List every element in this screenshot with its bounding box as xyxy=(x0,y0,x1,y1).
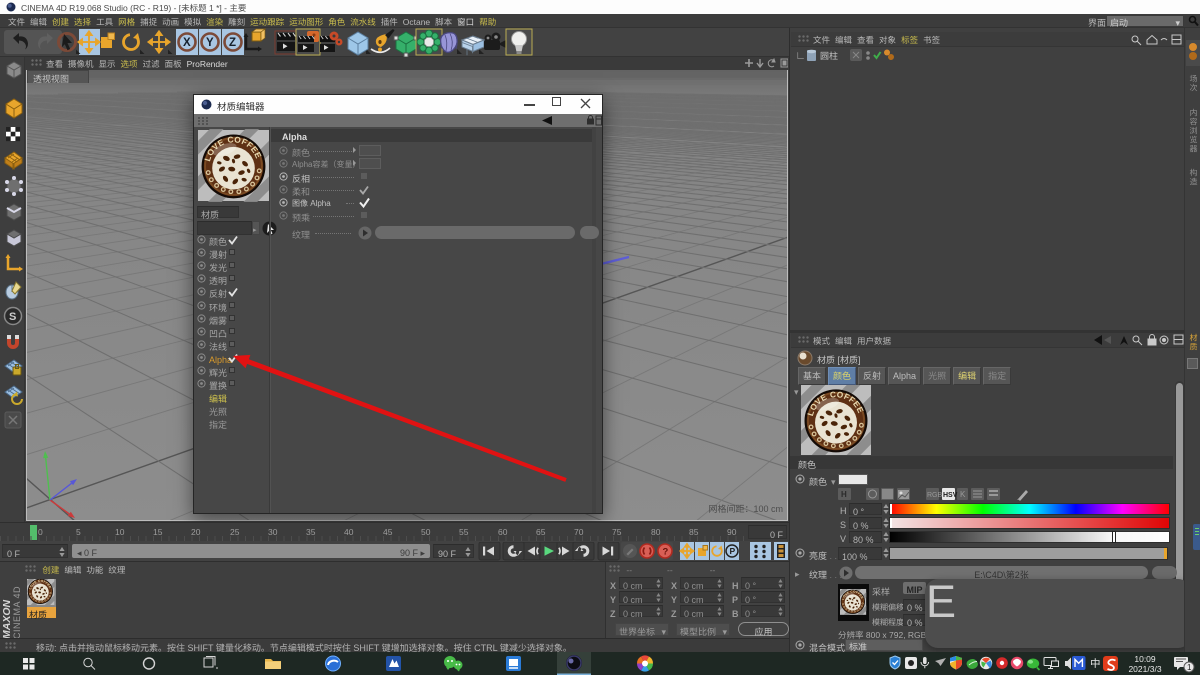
svg-text:K: K xyxy=(960,490,966,499)
svg-text:S: S xyxy=(9,311,16,323)
svg-text:P: P xyxy=(730,546,736,556)
svg-text:X: X xyxy=(183,37,191,49)
svg-text:Y: Y xyxy=(206,37,214,49)
svg-text:1: 1 xyxy=(1187,663,1192,672)
svg-text:Z: Z xyxy=(229,37,236,49)
svg-text:H: H xyxy=(841,490,847,499)
svg-text:RGB: RGB xyxy=(927,492,943,499)
svg-text:HSV: HSV xyxy=(943,492,958,499)
svg-text:中: 中 xyxy=(1090,656,1101,671)
svg-text:?: ? xyxy=(663,547,669,558)
